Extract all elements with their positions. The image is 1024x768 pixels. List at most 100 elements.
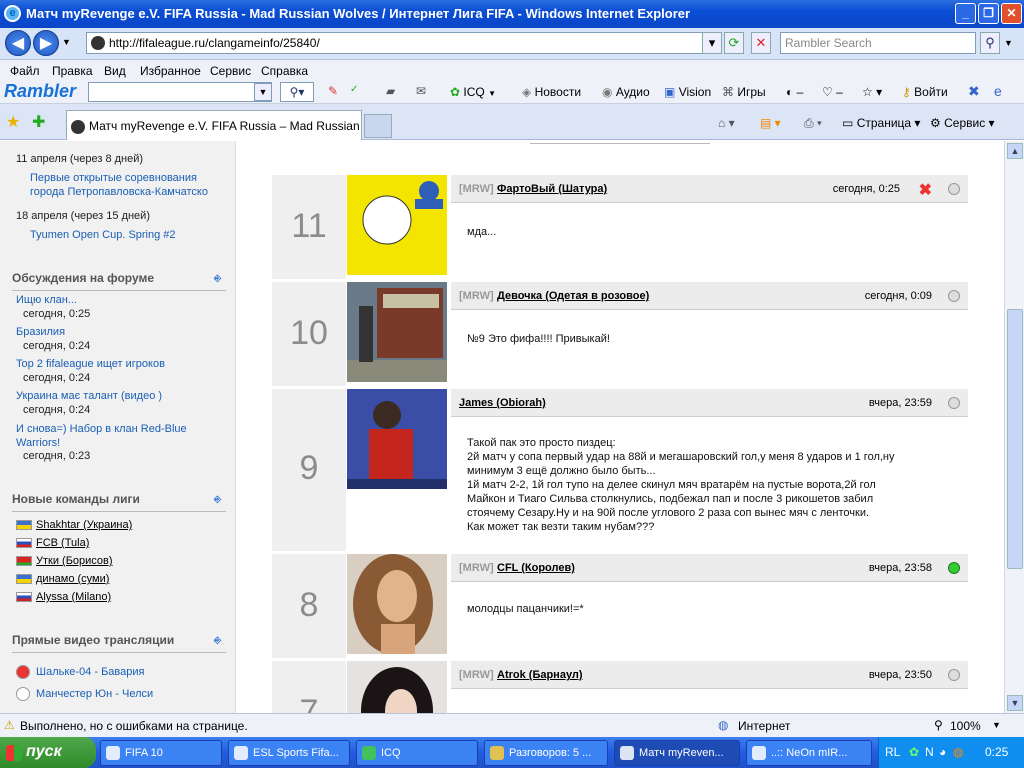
tab-active[interactable]: Матч myRevenge e.V. FIFA Russia – Mad Ru… xyxy=(66,110,362,140)
taskbar-item[interactable]: ..:: NeOn mIR... xyxy=(746,740,872,766)
rss-icon[interactable]: ⎆ xyxy=(214,635,224,645)
search-options-icon[interactable]: ▼ xyxy=(1004,38,1013,48)
vertical-scrollbar[interactable]: ▲ ▼ xyxy=(1004,141,1024,713)
print-icon[interactable]: ⎙ ▾ xyxy=(804,116,822,131)
eraser-icon[interactable]: ▰ xyxy=(386,84,395,98)
forum-topic-link[interactable]: Бразилия xyxy=(16,326,65,338)
zoom-level[interactable]: 100% xyxy=(950,719,981,733)
icq-icon xyxy=(362,746,376,760)
menu-tools[interactable]: Сервис xyxy=(210,64,251,78)
team-link[interactable]: FCB (Tula) xyxy=(16,537,89,549)
delete-icon[interactable]: ✖ xyxy=(919,180,932,200)
new-tab-button[interactable] xyxy=(364,114,392,138)
team-link[interactable]: Утки (Борисов) xyxy=(16,555,113,567)
event-link[interactable]: Tyumen Open Cup. Spring #2 xyxy=(30,228,176,242)
audio-item[interactable]: ◉ Аудио xyxy=(602,85,650,99)
team-link[interactable]: Alyssa (Milano) xyxy=(16,591,111,603)
scroll-thumb[interactable] xyxy=(1007,309,1023,569)
video-link[interactable]: Шальке-04 - Бавария xyxy=(16,665,144,679)
avatar[interactable] xyxy=(347,554,447,654)
video-link[interactable]: Манчестер Юн - Челси xyxy=(16,687,153,701)
news-item[interactable]: ◈ Новости xyxy=(522,85,581,99)
avatar[interactable] xyxy=(347,175,447,275)
mail-icon[interactable]: ✉ xyxy=(416,84,426,98)
games-item[interactable]: ⌘ Игры xyxy=(722,85,766,99)
tools-menu[interactable]: ⚙ Сервис ▾ xyxy=(930,116,995,130)
icq-tray-icon[interactable]: ✿ xyxy=(909,745,919,759)
heart-icon[interactable]: ♡ – xyxy=(822,85,843,99)
favorites-star-icon[interactable]: ★ xyxy=(6,112,20,132)
stop-icon[interactable]: ✕ xyxy=(751,32,771,54)
address-input[interactable]: http://fifaleague.ru/clangameinfo/25840/ xyxy=(86,32,720,54)
url-dropdown-button[interactable]: ▾ xyxy=(702,32,722,54)
refresh-icon[interactable]: ⟳ xyxy=(724,32,744,54)
author-link[interactable]: James (Obiorah) xyxy=(459,397,546,409)
warning-icon[interactable]: ⚠ xyxy=(4,718,15,732)
rss-icon[interactable]: ⎆ xyxy=(214,494,224,504)
tray-icon[interactable]: ◍ xyxy=(953,745,963,759)
scroll-up-icon[interactable]: ▲ xyxy=(1007,143,1023,159)
team-link[interactable]: Shakhtar (Украина) xyxy=(16,519,132,531)
menu-favorites[interactable]: Избранное xyxy=(140,64,201,78)
event-link[interactable]: Первые открытые соревнования города Петр… xyxy=(30,171,226,199)
taskbar-item[interactable]: ESL Sports Fifa... xyxy=(228,740,350,766)
author-link[interactable]: Atrok (Барнаул) xyxy=(497,669,583,681)
login-item[interactable]: ⚷ Войти xyxy=(902,85,948,99)
spellcheck-icon[interactable]: ✓ xyxy=(350,84,358,95)
zoom-dropdown-icon[interactable]: ▼ xyxy=(992,720,1001,730)
vision-item[interactable]: ▣ Vision xyxy=(664,85,711,99)
avatar[interactable] xyxy=(347,389,447,489)
language-indicator[interactable]: RL xyxy=(885,745,900,759)
forum-topic-link[interactable]: Top 2 fifaleague ищет игроков xyxy=(16,358,165,370)
chat-icon[interactable]: ◐ – xyxy=(786,85,803,99)
menu-edit[interactable]: Правка xyxy=(52,64,93,78)
avatar[interactable] xyxy=(347,661,447,713)
forward-button[interactable]: ▶ xyxy=(33,30,59,56)
start-button[interactable]: пуск xyxy=(0,737,96,768)
rambler-search-icon[interactable]: ⚲▾ xyxy=(280,82,314,102)
taskbar-item[interactable]: Разговоров: 5 ... xyxy=(484,740,608,766)
forum-topic-link[interactable]: Ищю клан... xyxy=(16,294,77,306)
forum-topic-time: сегодня, 0:24 xyxy=(23,372,91,384)
ie-small-icon[interactable]: e xyxy=(994,83,1002,99)
comment-line: стоячему Сезару.Ну и на 90й после углово… xyxy=(467,507,870,519)
history-dropdown-icon[interactable]: ▼ xyxy=(62,37,71,47)
add-favorites-icon[interactable]: ✚ xyxy=(32,112,45,132)
menu-help[interactable]: Справка xyxy=(261,64,308,78)
rss-icon[interactable]: ▤ ▾ xyxy=(760,116,781,130)
author-link[interactable]: ФартоВый (Шатура) xyxy=(497,183,607,195)
rambler-logo[interactable]: Rambler xyxy=(4,81,76,102)
home-icon[interactable]: ⌂ ▾ xyxy=(718,116,735,130)
forum-topic-link[interactable]: Украина має талант (видео ) xyxy=(16,390,162,402)
minimize-button[interactable]: _ xyxy=(955,3,976,24)
scroll-down-icon[interactable]: ▼ xyxy=(1007,695,1023,711)
team-link[interactable]: динамо (суми) xyxy=(16,573,109,585)
back-button[interactable]: ◀ xyxy=(5,30,31,56)
forum-topic-link[interactable]: И снова=) Набор в клан Red-Blue Warriors… xyxy=(16,422,196,450)
menu-file[interactable]: Файл xyxy=(10,64,40,78)
club-badge-icon xyxy=(16,665,30,679)
clock: 0:25 xyxy=(985,745,1009,759)
neon-tray-icon[interactable]: N xyxy=(925,745,934,759)
highlight-icon[interactable]: ✎ xyxy=(328,84,338,98)
window-titlebar[interactable]: e Матч myRevenge e.V. FIFA Russia - Mad … xyxy=(0,0,1024,28)
star-icon[interactable]: ☆ ▾ xyxy=(862,85,882,99)
search-icon[interactable]: ⚲ xyxy=(980,32,1000,54)
menu-view[interactable]: Вид xyxy=(104,64,126,78)
search-input[interactable]: Rambler Search xyxy=(780,32,976,54)
taskbar-item[interactable]: FIFA 10 xyxy=(100,740,222,766)
taskbar-item-active[interactable]: Матч myReven... xyxy=(614,740,740,766)
rambler-dropdown-icon[interactable]: ▼ xyxy=(254,83,272,101)
page-menu[interactable]: ▭ Страница ▾ xyxy=(842,116,920,130)
close-button[interactable]: ✕ xyxy=(1001,3,1022,24)
author-link[interactable]: Девочка (Одетая в розовое) xyxy=(497,290,649,302)
rambler-search-input[interactable] xyxy=(88,82,272,102)
maximize-button[interactable]: ❐ xyxy=(978,3,999,24)
tools-icon[interactable]: ✖ xyxy=(968,83,980,100)
tray-icon[interactable]: ◕ xyxy=(939,745,946,759)
rss-icon[interactable]: ⎆ xyxy=(214,273,224,283)
taskbar-item[interactable]: ICQ xyxy=(356,740,478,766)
icq-item[interactable]: ✿ ICQ ▼ xyxy=(450,85,496,99)
author-link[interactable]: CFL (Королев) xyxy=(497,562,575,574)
avatar[interactable] xyxy=(347,282,447,382)
